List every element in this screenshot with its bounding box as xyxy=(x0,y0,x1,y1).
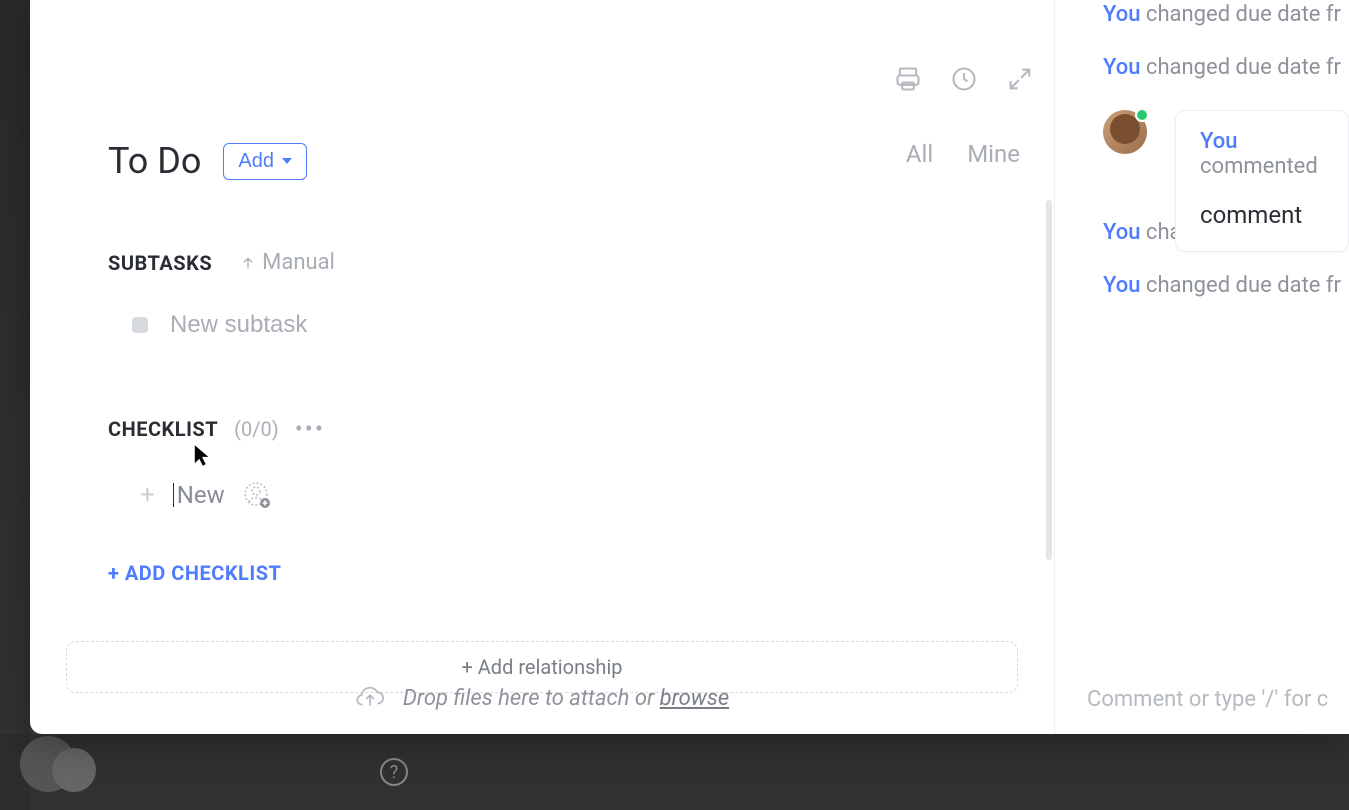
subtasks-sort-label: Manual xyxy=(262,250,335,275)
chevron-down-icon xyxy=(282,158,292,164)
activity-filter-tabs: All Mine xyxy=(906,140,1020,168)
activity-text: changed due date fr xyxy=(1140,55,1341,80)
filter-mine-tab[interactable]: Mine xyxy=(967,140,1020,168)
arrow-up-icon xyxy=(240,255,256,271)
print-icon[interactable] xyxy=(894,65,922,97)
comment-card[interactable]: You commented comment xyxy=(1175,110,1349,252)
comment-body: comment xyxy=(1200,201,1324,229)
expand-icon[interactable] xyxy=(1006,65,1034,97)
subtasks-heading: SUBTASKS xyxy=(108,251,212,275)
checklist-more-menu[interactable]: ••• xyxy=(295,415,325,443)
tray-avatar-secondary[interactable] xyxy=(52,748,96,792)
assignee-add-icon[interactable] xyxy=(243,481,271,509)
activity-entry: You changed due date fr xyxy=(1055,273,1349,298)
actor-you: You xyxy=(1200,129,1237,154)
task-main-column: To Do Add All Mine SUBTASKS Manual xyxy=(30,0,1055,734)
checklist-heading: CHECKLIST xyxy=(108,417,218,441)
add-button[interactable]: Add xyxy=(223,143,307,180)
actor-you: You xyxy=(1103,2,1140,27)
activity-entry: You changed due date fr xyxy=(1055,2,1349,27)
task-title[interactable]: To Do xyxy=(108,140,201,182)
cursor-pointer-icon xyxy=(193,443,211,473)
activity-text: changed due date fr xyxy=(1140,2,1341,27)
app-sidebar-blurred xyxy=(0,0,30,810)
new-subtask-input[interactable] xyxy=(170,311,570,339)
activity-entry: You changed due date fr xyxy=(1055,55,1349,80)
history-icon[interactable] xyxy=(950,65,978,97)
status-square-icon[interactable] xyxy=(132,317,148,333)
task-top-toolbar xyxy=(894,65,1034,97)
plus-icon[interactable]: + xyxy=(140,482,155,508)
attachment-dropzone[interactable]: Drop files here to attach or browse xyxy=(30,684,1054,712)
activity-sidebar: You changed due date fr You changed due … xyxy=(1055,0,1349,734)
add-relationship-label: + Add relationship xyxy=(461,655,622,679)
filter-all-tab[interactable]: All xyxy=(906,140,933,168)
subtasks-sort-toggle[interactable]: Manual xyxy=(240,250,335,275)
checklist-new-row[interactable]: + New xyxy=(108,481,976,509)
scrollbar[interactable] xyxy=(1046,200,1052,560)
comment-input[interactable]: Comment or type '/' for c xyxy=(1087,687,1349,712)
actor-you: You xyxy=(1103,55,1140,80)
activity-text: changed due date fr xyxy=(1140,273,1341,298)
actor-you: You xyxy=(1103,273,1140,298)
cloud-upload-icon xyxy=(355,684,385,712)
browse-link[interactable]: browse xyxy=(660,686,730,711)
add-button-label: Add xyxy=(238,150,274,173)
bottom-tray: ? xyxy=(0,734,1349,810)
comment-header-text: commented xyxy=(1200,154,1318,179)
new-subtask-row[interactable] xyxy=(108,311,976,339)
checklist-new-input[interactable]: New xyxy=(173,481,225,509)
add-checklist-button[interactable]: + ADD CHECKLIST xyxy=(108,561,976,585)
checklist-count: (0/0) xyxy=(234,417,279,441)
help-button[interactable]: ? xyxy=(380,758,408,786)
presence-indicator-icon xyxy=(1135,108,1149,122)
task-modal: To Do Add All Mine SUBTASKS Manual xyxy=(30,0,1349,734)
comment-entry: You commented comment xyxy=(1103,110,1349,252)
dropzone-text: Drop files here to attach or xyxy=(403,686,660,711)
